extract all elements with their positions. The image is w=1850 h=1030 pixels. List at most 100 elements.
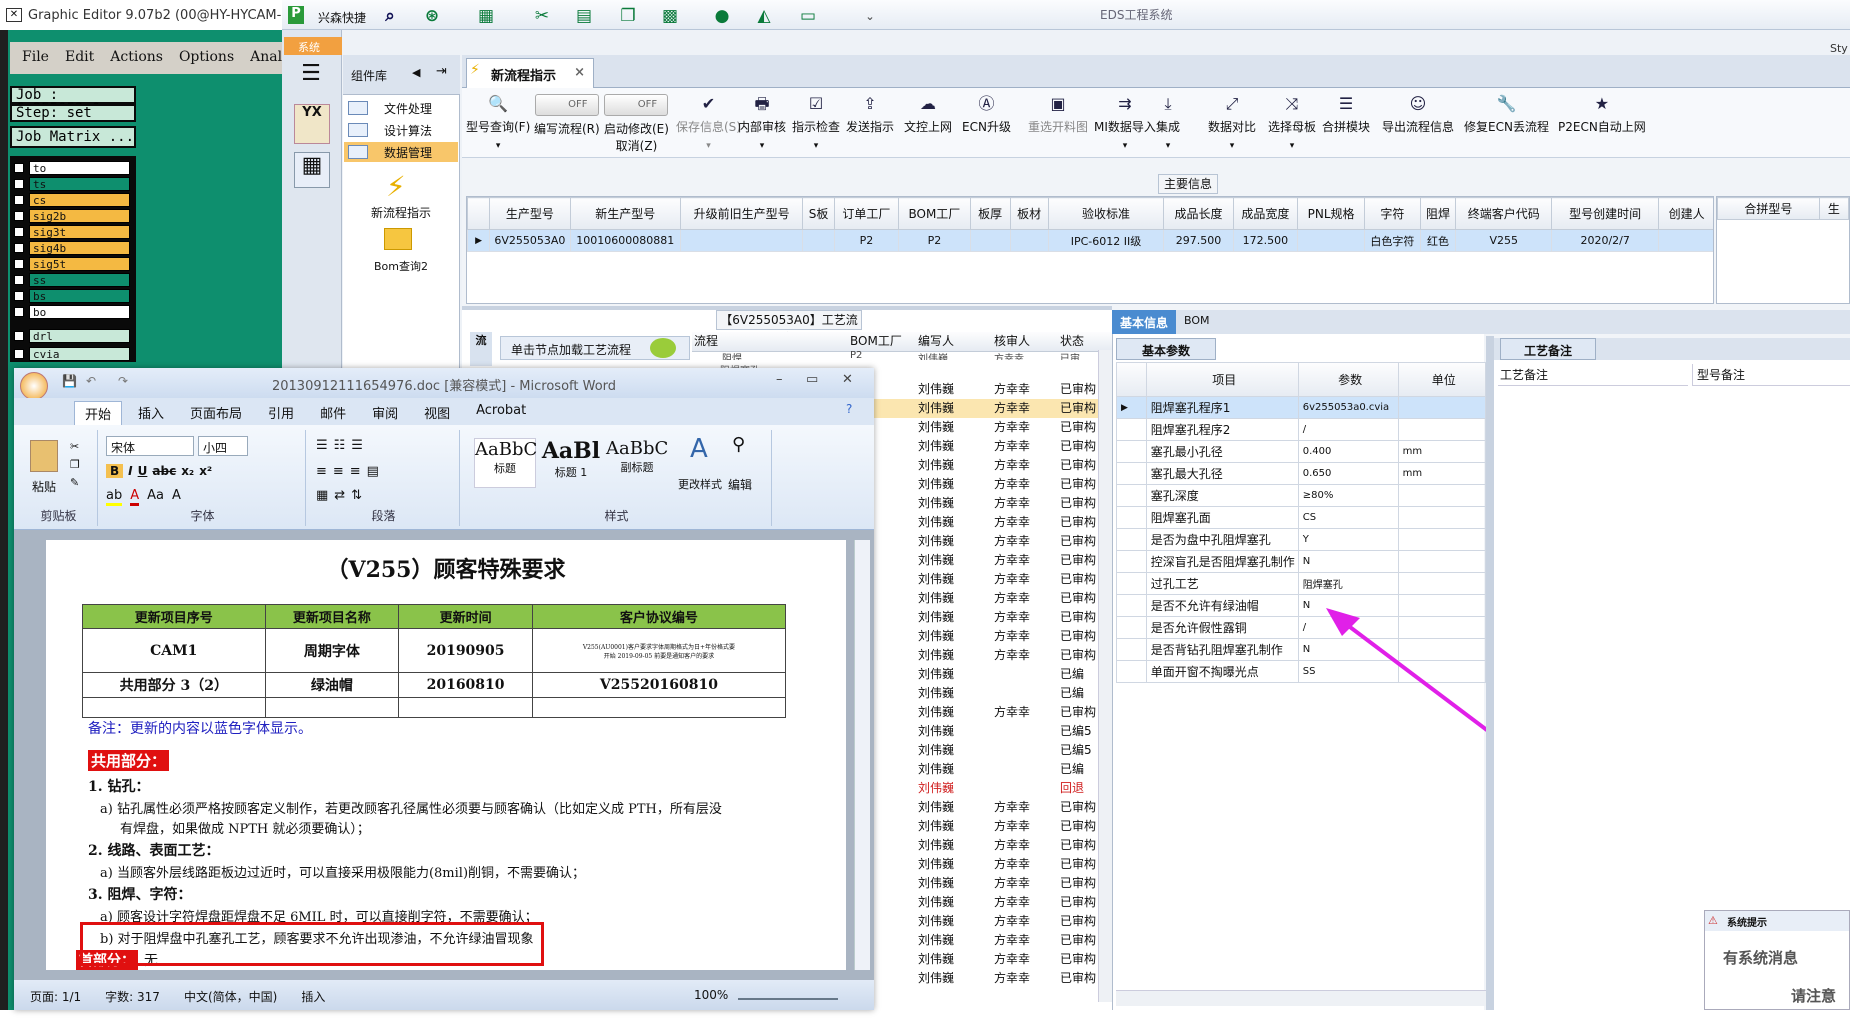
col-header[interactable]: 型号创建时间 (1551, 197, 1660, 230)
toolbar-button[interactable]: 🔧 修复ECN丢流程 (1464, 94, 1549, 154)
basic-params-tab[interactable]: 基本参数 (1116, 338, 1216, 360)
lightning-icon[interactable]: ⚡ (386, 170, 406, 203)
toolbar-button[interactable]: ⤨ 选择母板 ▾ (1268, 94, 1316, 154)
format-painter-icon[interactable]: ✎ (70, 476, 79, 489)
ribbon-tab-review[interactable]: 审阅 (362, 401, 408, 425)
menu-options[interactable]: Options (179, 49, 234, 74)
menu-icon[interactable]: ☰ (296, 63, 326, 86)
table-cell[interactable] (1397, 572, 1486, 595)
layer-row[interactable]: drl (14, 328, 130, 344)
calculator-icon[interactable]: ▦ (294, 152, 330, 188)
col-header[interactable]: 流程 (692, 332, 850, 351)
toolbar-button[interactable]: ☁ 文控上网 (904, 94, 952, 154)
memo-col[interactable]: 型号备注 (1692, 364, 1850, 386)
comp-item-algorithm[interactable]: 设计算法 (344, 120, 458, 140)
table-cell[interactable]: 阻焊塞孔程序2 (1145, 418, 1299, 441)
superscript-icon[interactable]: x² (199, 464, 212, 478)
dropdown-icon[interactable]: ▾ (738, 141, 786, 151)
toggle-switch[interactable]: OFF (534, 94, 599, 116)
table-row[interactable]: 塞孔最大孔径 0.650 mm (1116, 462, 1486, 485)
toolbar-button[interactable]: OFF 编写流程(R) (534, 94, 600, 154)
zoom-slider[interactable] (738, 988, 838, 1000)
layer-checkbox[interactable] (14, 227, 24, 237)
col-header[interactable]: 项目 (1145, 362, 1299, 397)
layer-checkbox[interactable] (14, 349, 24, 359)
ribbon-tab-references[interactable]: 引用 (258, 401, 304, 425)
minimize-icon[interactable]: – (776, 372, 783, 387)
table-cell[interactable] (1397, 550, 1486, 573)
grid-cell[interactable]: 红色 (1419, 229, 1457, 252)
toggle-switch[interactable]: OFF (604, 94, 669, 116)
qat-undo-icon[interactable]: ↶ (86, 374, 96, 388)
menu-edit[interactable]: Edit (65, 49, 94, 74)
toolbar-button[interactable]: Ⓐ ECN升级 (962, 94, 1011, 154)
layer-row[interactable]: bo (14, 304, 130, 320)
close-icon[interactable]: ✕ (842, 372, 853, 387)
grid-cell[interactable]: 10010600080881 (569, 229, 681, 252)
grid-cell[interactable]: 172.500 (1232, 229, 1299, 252)
process-side-tab[interactable]: 流 (470, 332, 492, 366)
binoculars-icon[interactable]: ⚲ (732, 434, 745, 455)
grid-cell[interactable]: P2 (898, 229, 971, 252)
font-name-select[interactable]: 宋体 (106, 436, 194, 456)
grid-cell[interactable] (969, 229, 1011, 252)
table-row[interactable]: 控深盲孔是否阻焊塞孔制作 N (1116, 550, 1486, 573)
col-header[interactable]: 合拼型号 (1717, 197, 1820, 220)
office-button[interactable] (20, 372, 48, 400)
tab-basic-info[interactable]: 基本信息 (1112, 310, 1177, 334)
ribbon-tab-mailings[interactable]: 邮件 (310, 401, 356, 425)
table-cell[interactable]: 是否允许假性露铜 (1145, 616, 1299, 639)
layer-row[interactable]: sig4b (14, 240, 130, 256)
col-header[interactable]: 字符 (1364, 197, 1421, 230)
col-header[interactable]: 单位 (1397, 362, 1486, 397)
table-cell[interactable]: 是否不允许有绿油帽 (1145, 594, 1299, 617)
col-header[interactable]: PNL规格 (1297, 197, 1365, 230)
change-styles-button[interactable]: 更改样式 (678, 476, 722, 492)
layer-row[interactable]: bs (14, 288, 130, 304)
table-row[interactable]: 塞孔最小孔径 0.400 mm (1116, 440, 1486, 463)
table-cell[interactable] (1397, 418, 1486, 441)
layer-checkbox[interactable] (14, 331, 24, 341)
layer-checkbox[interactable] (14, 211, 24, 221)
layer-row[interactable]: cs (14, 192, 130, 208)
memo-col[interactable]: 工艺备注 (1498, 364, 1688, 386)
toolbar-button[interactable]: ⇉ MI数据导入 ▾ (1094, 94, 1156, 154)
table-row[interactable]: 塞孔深度 ≥80% (1116, 484, 1486, 507)
highlight-icon[interactable]: ab (106, 488, 123, 506)
toolbar-button[interactable]: ☺ 导出流程信息 (1382, 94, 1454, 154)
table-row[interactable]: 阻焊塞孔面 CS (1116, 506, 1486, 529)
dropdown-icon[interactable]: ▾ (1094, 141, 1156, 151)
collapse-icon[interactable]: ◀ (412, 66, 420, 79)
layer-row[interactable]: sig5t (14, 256, 130, 272)
table-row[interactable]: 阻焊塞孔程序2/ (1116, 418, 1486, 441)
paste-icon[interactable] (30, 440, 58, 472)
col-header[interactable]: 成品长度 (1163, 197, 1234, 230)
char-shading-icon[interactable]: A (172, 488, 181, 506)
bold-icon[interactable]: B (106, 464, 124, 478)
toolbar-button[interactable]: ⤓ 集成 ▾ (1156, 94, 1180, 154)
col-header[interactable]: 终端客户代码 (1455, 197, 1553, 230)
change-styles-icon[interactable]: A (690, 434, 708, 464)
table-cell[interactable] (1397, 528, 1486, 551)
tool-bom-query[interactable]: Bom查询2 (345, 258, 457, 274)
layer-checkbox[interactable] (14, 291, 24, 301)
col-header[interactable]: 创建人 (1658, 197, 1713, 230)
table-cell[interactable]: 塞孔深度 (1145, 484, 1299, 507)
table-cell[interactable]: 过孔工艺 (1145, 572, 1299, 595)
grid-cell[interactable]: V255 (1455, 229, 1553, 252)
col-header[interactable]: 新生产型号 (569, 197, 681, 230)
col-header[interactable]: 参数 (1297, 362, 1399, 397)
style-heading1[interactable]: AaBl 标题 1 (540, 438, 602, 488)
table-cell[interactable]: mm (1397, 440, 1486, 463)
help-icon[interactable]: ? (846, 402, 852, 416)
layer-row[interactable]: ss (14, 272, 130, 288)
layer-row[interactable]: to (14, 160, 130, 176)
border-icons[interactable]: ▦⇄⇅ (316, 488, 368, 503)
layer-checkbox[interactable] (14, 179, 24, 189)
col-header[interactable]: BOM工厂 (850, 332, 908, 351)
grid-cell[interactable]: 白色字符 (1364, 229, 1421, 252)
toolbar-button[interactable]: ⤢ 数据对比 ▾ (1208, 94, 1256, 154)
table-cell[interactable]: 0.650 (1297, 462, 1399, 485)
menu-file[interactable]: File (22, 49, 49, 74)
table-cell[interactable]: Y (1297, 528, 1399, 551)
